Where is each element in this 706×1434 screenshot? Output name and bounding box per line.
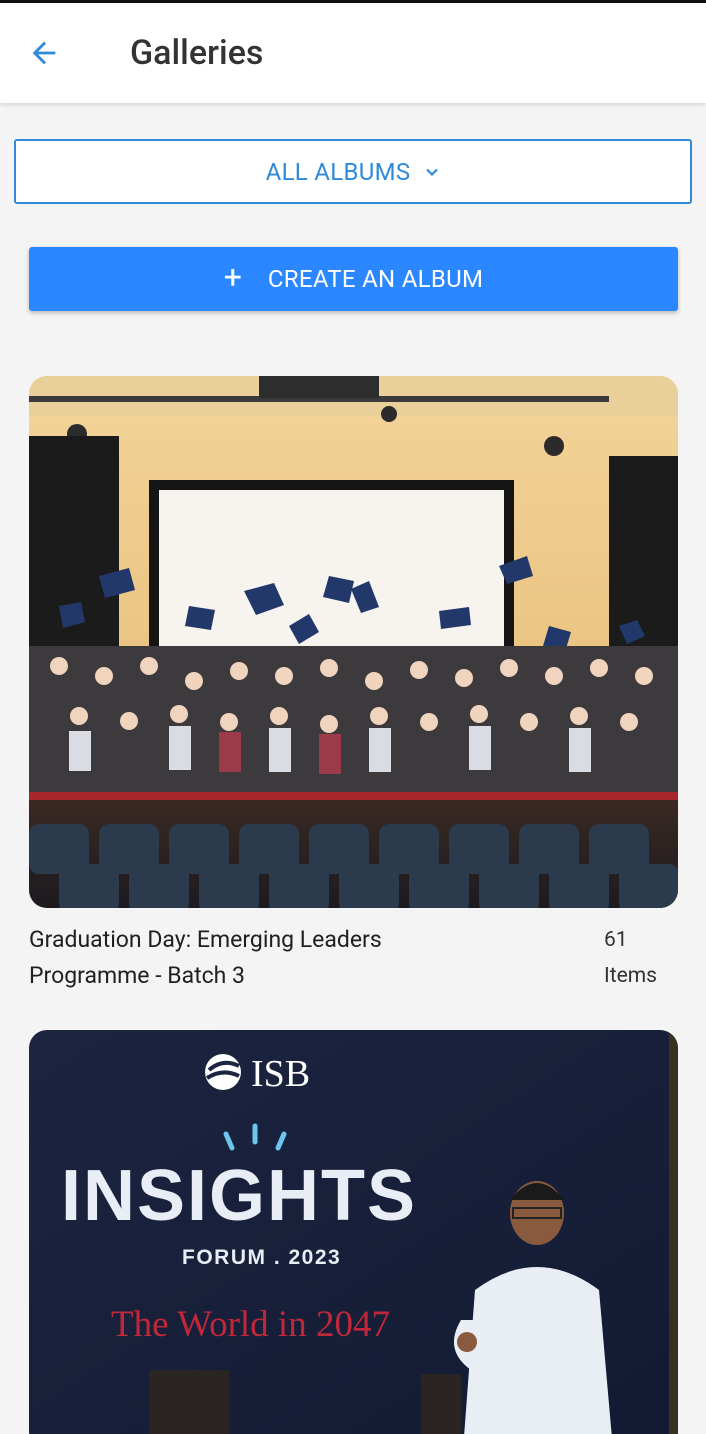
chevron-down-icon	[426, 168, 439, 176]
back-button[interactable]	[22, 31, 66, 75]
album-title-line1: Graduation Day: Emerging Leaders	[29, 926, 382, 953]
isb-logo: ISB	[205, 1053, 310, 1095]
album-title[interactable]: Graduation Day: Emerging Leaders Program…	[29, 922, 549, 994]
svg-text:ISB: ISB	[251, 1053, 310, 1095]
arrow-left-icon	[32, 41, 56, 65]
album-item-count: 61 Items	[604, 922, 657, 994]
album-cover-graduation[interactable]	[29, 376, 678, 908]
app-bar: Galleries	[0, 3, 706, 103]
album-count-number: 61	[604, 928, 628, 952]
tagline: The World in 2047	[111, 1304, 390, 1345]
insights-headline: INSIGHTS	[61, 1156, 417, 1236]
album-count-unit: Items	[604, 964, 657, 988]
graduation-photo	[29, 376, 678, 908]
album-filter-dropdown[interactable]: ALL ALBUMS	[14, 139, 692, 204]
create-album-label: CREATE AN ALBUM	[267, 265, 484, 293]
page-title: Galleries	[130, 33, 264, 73]
album-cover-insights[interactable]: ISB INSIGHTS FORUM . 2023 The World in 2…	[29, 1030, 678, 1434]
album-title-line2: Programme - Batch 3	[29, 962, 245, 989]
plus-icon: +	[223, 258, 242, 296]
album-filter-label: ALL ALBUMS	[265, 157, 411, 186]
create-album-button[interactable]: + CREATE AN ALBUM	[29, 247, 678, 311]
insights-photo: ISB INSIGHTS FORUM . 2023 The World in 2…	[29, 1030, 678, 1434]
forum-label: FORUM . 2023	[182, 1246, 341, 1269]
